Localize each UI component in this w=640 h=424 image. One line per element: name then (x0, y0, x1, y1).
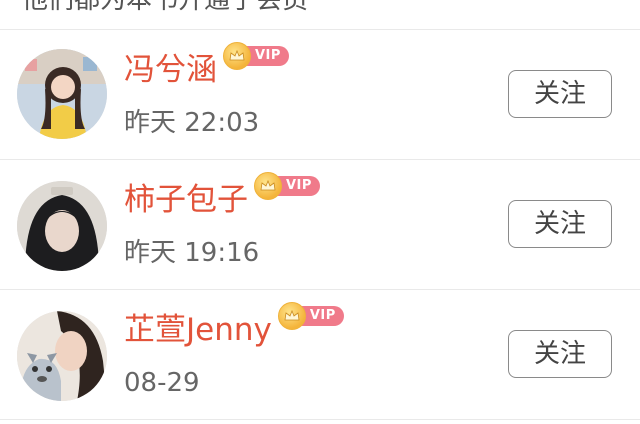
crown-icon (254, 172, 282, 200)
follow-button[interactable]: 关注 (508, 200, 612, 248)
follow-time: 08-29 (124, 368, 200, 398)
list-item[interactable]: 柿子包子 VIP 昨天 19:16 关注 (0, 160, 640, 290)
list-item[interactable]: 芷萱Jenny VIP 08-29 关注 (0, 290, 640, 420)
avatar[interactable] (17, 311, 107, 401)
avatar[interactable] (17, 181, 107, 271)
section-header-text: 他们都为本书开通了会员 (22, 0, 309, 15)
crown-icon (277, 302, 306, 330)
follow-button[interactable]: 关注 (508, 330, 612, 378)
divider (0, 419, 640, 420)
crown-icon (223, 42, 251, 70)
follow-button[interactable]: 关注 (508, 70, 612, 118)
user-name[interactable]: 芷萱Jenny (124, 310, 272, 350)
list-item[interactable]: 冯兮涵 VIP 昨天 22:03 关注 (0, 30, 640, 160)
user-name[interactable]: 柿子包子 (124, 180, 248, 220)
vip-badge: VIP (254, 172, 320, 200)
follow-time: 昨天 19:16 (124, 238, 260, 268)
vip-badge: VIP (277, 302, 344, 330)
avatar[interactable] (17, 49, 107, 139)
follow-time: 昨天 22:03 (124, 108, 260, 138)
vip-badge: VIP (223, 42, 289, 70)
user-name[interactable]: 冯兮涵 (124, 50, 217, 90)
